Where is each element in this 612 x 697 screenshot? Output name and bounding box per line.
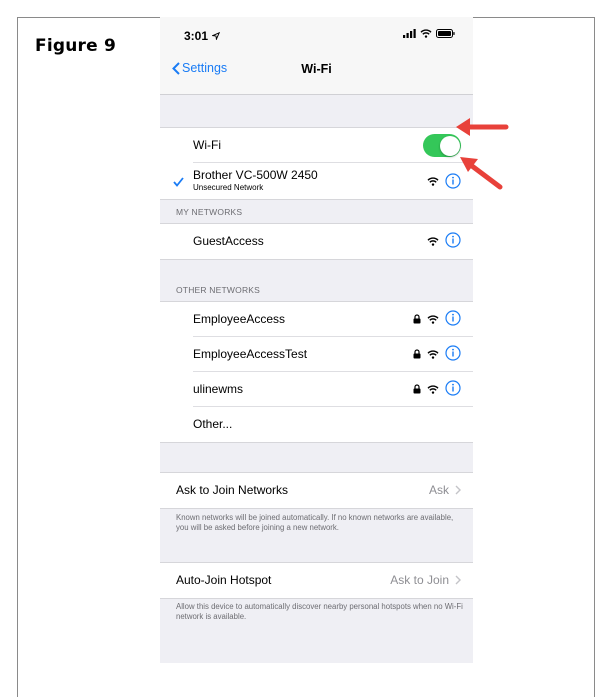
network-row-employeeaccesstest[interactable]: EmployeeAccessTest <box>160 337 473 372</box>
ask-to-join-group: Ask to Join Networks Ask <box>160 472 473 509</box>
figure-label: Figure 9 <box>35 36 116 56</box>
wifi-group: Wi-Fi Brother VC-500W 2450 Unsecured Net… <box>160 127 473 200</box>
auto-join-footnote: Allow this device to automatically disco… <box>176 602 463 621</box>
info-icon[interactable] <box>445 380 461 396</box>
auto-join-row[interactable]: Auto-Join Hotspot Ask to Join <box>160 563 473 598</box>
wifi-signal-icon <box>427 384 439 394</box>
my-networks-header: MY NETWORKS <box>176 207 243 217</box>
network-name: EmployeeAccess <box>193 312 286 326</box>
auto-join-label: Auto-Join Hotspot <box>176 573 272 587</box>
lock-icon <box>413 348 421 358</box>
info-icon[interactable] <box>445 345 461 361</box>
status-icons <box>403 29 455 38</box>
wifi-toggle-row: Wi-Fi <box>160 128 473 163</box>
connected-network-name: Brother VC-500W 2450 <box>193 168 318 182</box>
my-networks-group: GuestAccess <box>160 223 473 260</box>
info-icon[interactable] <box>445 310 461 326</box>
chevron-right-icon <box>455 575 461 585</box>
network-name: GuestAccess <box>193 234 264 248</box>
network-row-guestaccess[interactable]: GuestAccess <box>160 224 473 259</box>
phone-screen: 3:01 Settings Wi-Fi Wi-Fi Brother VC-500… <box>160 17 473 663</box>
toggle-knob <box>439 135 460 156</box>
network-name: ulinewms <box>193 382 244 396</box>
checkmark-icon <box>173 177 184 187</box>
arrow-to-info-button <box>460 157 503 190</box>
wifi-status-icon <box>420 29 432 38</box>
ask-to-join-footnote: Known networks will be joined automatica… <box>176 513 454 532</box>
navigation-bar: Settings Wi-Fi <box>160 51 473 95</box>
status-bar: 3:01 <box>160 17 473 51</box>
wifi-signal-icon <box>427 349 439 359</box>
wifi-toggle-label: Wi-Fi <box>193 138 221 152</box>
wifi-signal-icon <box>427 176 439 186</box>
arrow-to-wifi-toggle <box>456 118 509 136</box>
chevron-right-icon <box>455 485 461 495</box>
ask-to-join-value: Ask <box>428 483 449 497</box>
auto-join-group: Auto-Join Hotspot Ask to Join <box>160 562 473 599</box>
location-arrow-icon <box>211 31 221 41</box>
network-row-other[interactable]: Other... <box>160 407 473 442</box>
connected-network-subtitle: Unsecured Network <box>193 183 264 192</box>
status-time: 3:01 <box>184 29 221 43</box>
battery-icon <box>436 29 455 38</box>
connected-network-row[interactable]: Brother VC-500W 2450 Unsecured Network <box>160 163 473 199</box>
page-title: Wi-Fi <box>301 62 332 76</box>
network-name: EmployeeAccessTest <box>193 347 308 361</box>
wifi-signal-icon <box>427 236 439 246</box>
cellular-signal-icon <box>403 29 416 38</box>
other-network-label: Other... <box>193 417 233 431</box>
info-icon[interactable] <box>445 232 461 248</box>
auto-join-value: Ask to Join <box>390 573 449 587</box>
ask-to-join-label: Ask to Join Networks <box>176 483 289 497</box>
ask-to-join-row[interactable]: Ask to Join Networks Ask <box>160 473 473 508</box>
network-row-ulinewms[interactable]: ulinewms <box>160 372 473 407</box>
lock-icon <box>413 383 421 393</box>
network-row-employeeaccess[interactable]: EmployeeAccess <box>160 302 473 337</box>
other-networks-group: EmployeeAccess EmployeeAccessTest ulinew… <box>160 301 473 443</box>
other-networks-header: OTHER NETWORKS <box>176 285 261 295</box>
lock-icon <box>413 313 421 323</box>
wifi-signal-icon <box>427 314 439 324</box>
